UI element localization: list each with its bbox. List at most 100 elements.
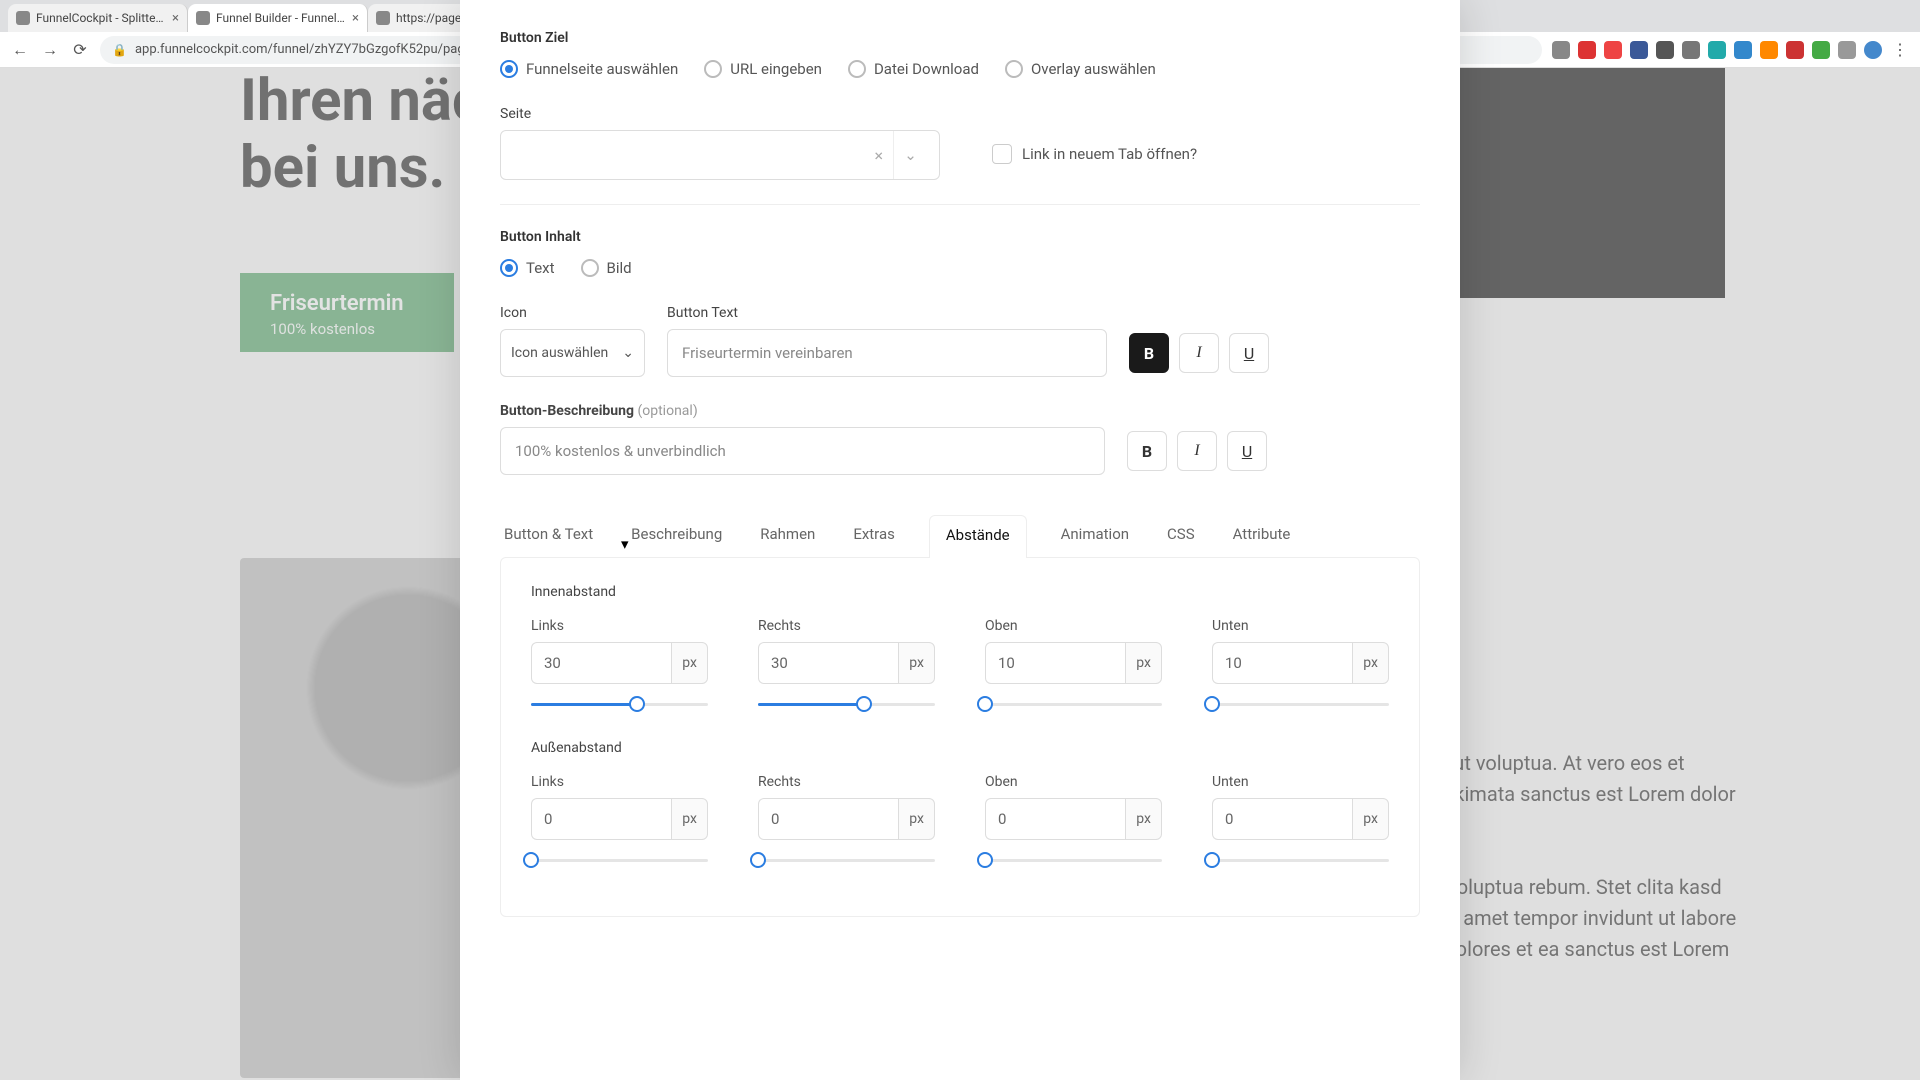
underline-button[interactable]: U: [1229, 333, 1269, 373]
spacing-panel: Innenabstand Links px Rechts px O: [500, 557, 1420, 917]
ext-icon[interactable]: [1838, 41, 1856, 59]
ext-icon[interactable]: [1708, 41, 1726, 59]
button-content-radios: Text Bild: [500, 259, 1420, 277]
extensions: ⋮: [1552, 40, 1910, 59]
spacing-input[interactable]: [758, 798, 898, 840]
radio-label: Overlay auswählen: [1031, 60, 1156, 78]
favicon: [16, 11, 30, 25]
select-placeholder: Icon auswählen: [511, 345, 608, 361]
ext-icon[interactable]: [1604, 41, 1622, 59]
close-tab-icon[interactable]: ×: [352, 11, 359, 26]
spacing-label: Rechts: [758, 618, 935, 634]
browser-tab[interactable]: FunnelCockpit - Splittests, M…×: [8, 4, 188, 32]
bold-button[interactable]: B: [1127, 431, 1167, 471]
spacing-slider[interactable]: [531, 694, 708, 714]
radio-dot: [500, 259, 518, 277]
radio-label: Bild: [607, 259, 632, 277]
spacing-input[interactable]: [758, 642, 898, 684]
section-label: Button Ziel: [500, 30, 1420, 46]
unit-label: px: [1125, 798, 1162, 840]
spacing-slider[interactable]: [531, 850, 708, 870]
spacing-input[interactable]: [1212, 642, 1352, 684]
spacing-input[interactable]: [1212, 798, 1352, 840]
spacing-slider[interactable]: [1212, 694, 1389, 714]
tab-frame[interactable]: Rahmen: [756, 515, 819, 557]
tab-animation[interactable]: Animation: [1057, 515, 1133, 557]
ext-icon[interactable]: [1552, 41, 1570, 59]
radio-overlay[interactable]: Overlay auswählen: [1005, 60, 1156, 78]
spacing-input[interactable]: [531, 798, 671, 840]
tab-label: Funnel Builder - FunnelCockpit: [216, 11, 346, 25]
page-select[interactable]: × ⌄: [500, 130, 940, 180]
spacing-slider[interactable]: [758, 694, 935, 714]
forward-button[interactable]: →: [40, 40, 60, 60]
clear-icon[interactable]: ×: [874, 146, 883, 165]
ext-icon[interactable]: [1734, 41, 1752, 59]
spacing-input[interactable]: [531, 642, 671, 684]
bold-button[interactable]: B: [1129, 333, 1169, 373]
button-target-radios: Funnelseite auswählen URL eingeben Datei…: [500, 60, 1420, 78]
tab-button-text[interactable]: Button & Text: [500, 515, 597, 557]
spacing-slider[interactable]: [985, 850, 1162, 870]
chevron-down-icon[interactable]: ⌄: [893, 131, 927, 179]
italic-button[interactable]: I: [1177, 431, 1217, 471]
button-text-input[interactable]: [667, 329, 1107, 377]
unit-label: px: [898, 642, 935, 684]
ext-icon[interactable]: [1786, 41, 1804, 59]
radio-label: Funnelseite auswählen: [526, 60, 678, 78]
new-tab-checkbox[interactable]: [992, 144, 1012, 164]
italic-button[interactable]: I: [1179, 333, 1219, 373]
back-button[interactable]: ←: [10, 40, 30, 60]
tab-attribute[interactable]: Attribute: [1229, 515, 1295, 557]
unit-label: px: [1352, 642, 1389, 684]
chevron-down-icon: ⌄: [622, 345, 634, 361]
checkbox-label: Link in neuem Tab öffnen?: [1022, 145, 1197, 163]
field-label: Button-Beschreibung (optional): [500, 403, 1105, 419]
favicon: [376, 11, 390, 25]
menu-button[interactable]: ⋮: [1890, 40, 1910, 59]
ext-icon[interactable]: [1630, 41, 1648, 59]
unit-label: px: [671, 642, 708, 684]
settings-tabs: Button & Text Beschreibung Rahmen Extras…: [500, 515, 1420, 557]
spacing-slider[interactable]: [1212, 850, 1389, 870]
lock-icon: 🔒: [112, 43, 127, 57]
radio-dot: [1005, 60, 1023, 78]
icon-select[interactable]: Icon auswählen ⌄: [500, 329, 645, 377]
tab-css[interactable]: CSS: [1163, 515, 1199, 557]
ext-icon[interactable]: [1578, 41, 1596, 59]
unit-label: px: [671, 798, 708, 840]
radio-image[interactable]: Bild: [581, 259, 632, 277]
ext-icon[interactable]: [1760, 41, 1778, 59]
ext-icon[interactable]: [1812, 41, 1830, 59]
favicon: [196, 11, 210, 25]
tab-description[interactable]: Beschreibung: [627, 515, 726, 557]
button-description-input[interactable]: [500, 427, 1105, 475]
spacing-title: Innenabstand: [531, 584, 1389, 600]
spacing-title: Außenabstand: [531, 740, 1389, 756]
ext-icon[interactable]: [1656, 41, 1674, 59]
radio-dot: [848, 60, 866, 78]
reload-button[interactable]: ⟳: [70, 40, 90, 59]
radio-download[interactable]: Datei Download: [848, 60, 979, 78]
spacing-label: Links: [531, 618, 708, 634]
radio-funnel-page[interactable]: Funnelseite auswählen: [500, 60, 678, 78]
spacing-label: Rechts: [758, 774, 935, 790]
radio-dot: [581, 259, 599, 277]
unit-label: px: [1125, 642, 1162, 684]
ext-icon[interactable]: [1682, 41, 1700, 59]
spacing-input[interactable]: [985, 798, 1125, 840]
close-tab-icon[interactable]: ×: [172, 11, 179, 26]
unit-label: px: [898, 798, 935, 840]
browser-tab[interactable]: Funnel Builder - FunnelCockpit ×: [188, 4, 368, 32]
spacing-slider[interactable]: [758, 850, 935, 870]
underline-button[interactable]: U: [1227, 431, 1267, 471]
spacing-label: Unten: [1212, 774, 1389, 790]
tab-extras[interactable]: Extras: [849, 515, 899, 557]
spacing-slider[interactable]: [985, 694, 1162, 714]
tab-spacing[interactable]: Abstände: [929, 515, 1027, 558]
radio-label: Datei Download: [874, 60, 979, 78]
spacing-input[interactable]: [985, 642, 1125, 684]
radio-text[interactable]: Text: [500, 259, 555, 277]
ext-icon[interactable]: [1864, 41, 1882, 59]
radio-url[interactable]: URL eingeben: [704, 60, 822, 78]
